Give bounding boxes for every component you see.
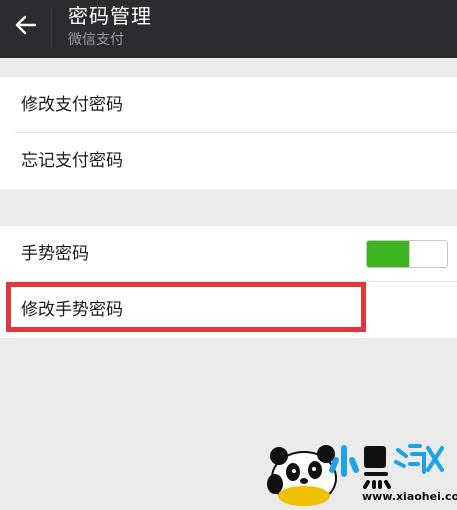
page-title: 密码管理 [68,4,152,28]
app-header: 密码管理 微信支付 [0,0,457,58]
gesture-password-group: 手势密码 修改手势密码 [0,226,457,338]
toggle-knob [409,241,447,267]
list-item-label: 忘记支付密码 [21,151,123,171]
header-divider [51,8,52,48]
change-payment-password-item[interactable]: 修改支付密码 [0,77,457,133]
list-item-label: 修改手势密码 [21,300,123,320]
gesture-password-toggle[interactable] [366,240,448,268]
watermark-logo: www.xiaohei.com [262,440,457,506]
toggle-on-fill [367,241,409,267]
change-gesture-password-item[interactable]: 修改手势密码 [0,282,457,338]
list-item-label: 手势密码 [21,244,89,264]
arrow-left-icon [15,15,37,35]
svg-text:www.xiaohei.com: www.xiaohei.com [362,490,457,503]
page-subtitle: 微信支付 [68,32,124,48]
back-button[interactable] [8,9,44,41]
panda-logo-icon: www.xiaohei.com [267,444,457,506]
gesture-password-item: 手势密码 [0,226,457,282]
list-item-label: 修改支付密码 [21,95,123,115]
payment-password-group: 修改支付密码 忘记支付密码 [0,77,457,189]
forgot-payment-password-item[interactable]: 忘记支付密码 [0,133,457,189]
